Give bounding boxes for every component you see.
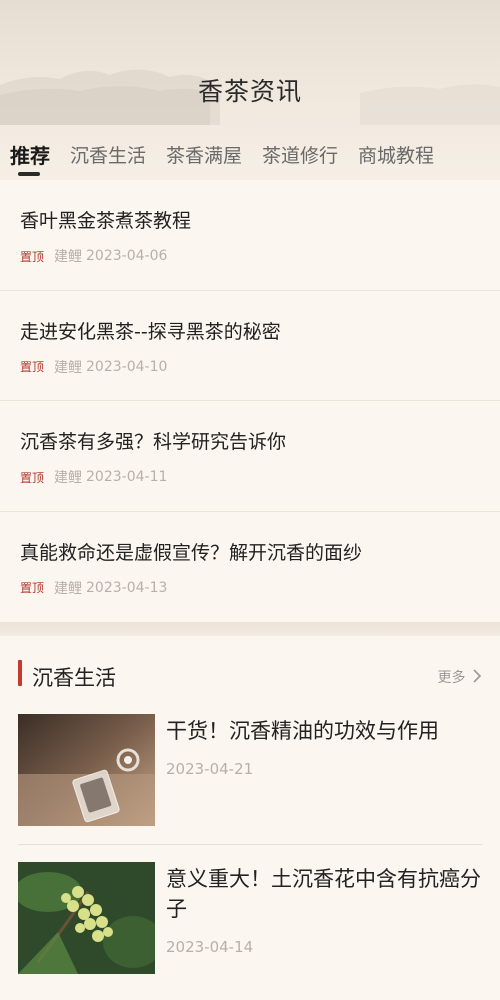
article-date: 2023-04-21 [166, 760, 254, 778]
tab-recommend[interactable]: 推荐 [10, 140, 50, 176]
divider [18, 844, 482, 845]
more-label: 更多 [437, 670, 466, 686]
more-link[interactable]: 更多 [438, 667, 482, 687]
tab-tea-house[interactable]: 茶香满屋 [166, 140, 242, 172]
article-title: 意义重大！土沉香花中含有抗癌分子 [166, 867, 481, 921]
news-title: 香叶黑金茶煮茶教程 [20, 210, 192, 232]
pinned-badge: 置顶 [20, 249, 45, 264]
list-item[interactable]: 走进安化黑茶--探寻黑茶的秘密 置顶 建鲤 2023-04-10 [0, 291, 500, 401]
article-title: 干货！沉香精油的功效与作用 [166, 719, 439, 743]
chevron-right-icon [473, 669, 482, 683]
tab-tea-practice[interactable]: 茶道修行 [262, 140, 338, 172]
list-item[interactable]: 香叶黑金茶煮茶教程 置顶 建鲤 2023-04-06 [0, 180, 500, 291]
agarwood-life-section: 沉香生活 更多 干货！沉香精油的功效与作用 2023-04-21 意义重大！土沉… [0, 636, 500, 1000]
category-tabs: 推荐 沉香生活 茶香满屋 茶道修行 商城教程 [10, 140, 454, 176]
news-meta: 置顶 建鲤 2023-04-06 [20, 246, 167, 266]
article-card[interactable]: 意义重大！土沉香花中含有抗癌分子 2023-04-14 [18, 862, 482, 974]
author-name: 建鲤 [54, 470, 83, 486]
pinned-badge: 置顶 [20, 581, 45, 595]
article-thumbnail [18, 714, 155, 826]
article-card[interactable]: 干货！沉香精油的功效与作用 2023-04-21 [18, 714, 482, 826]
publish-date: 2023-04-10 [86, 358, 168, 375]
news-title: 走进安化黑茶--探寻黑茶的秘密 [20, 320, 281, 343]
list-item[interactable]: 真能救命还是虚假宣传？解开沉香的面纱 置顶 建鲤 2023-04-13 [0, 512, 500, 623]
page-title: 香茶资讯 [197, 77, 302, 106]
section-title: 沉香生活 [32, 666, 116, 690]
news-title: 真能救命还是虚假宣传？解开沉香的面纱 [20, 541, 363, 564]
news-list: 香叶黑金茶煮茶教程 置顶 建鲤 2023-04-06 走进安化黑茶--探寻黑茶的… [0, 180, 500, 622]
publish-date: 2023-04-06 [86, 248, 168, 264]
list-item[interactable]: 沉香茶有多强？科学研究告诉你 置顶 建鲤 2023-04-11 [0, 401, 500, 512]
article-thumbnail [18, 862, 155, 974]
news-title: 沉香茶有多强？科学研究告诉你 [20, 431, 287, 453]
section-divider [0, 622, 500, 636]
publish-date: 2023-04-13 [86, 579, 168, 596]
author-name: 建鲤 [54, 249, 83, 265]
author-name: 建鲤 [54, 580, 83, 597]
author-name: 建鲤 [54, 359, 83, 376]
news-meta: 置顶 建鲤 2023-04-11 [20, 467, 167, 487]
news-meta: 置顶 建鲤 2023-04-10 [20, 357, 167, 377]
header: 香茶资讯 推荐 沉香生活 茶香满屋 茶道修行 商城教程 [0, 0, 500, 180]
pinned-badge: 置顶 [20, 470, 45, 485]
article-date: 2023-04-14 [166, 938, 254, 956]
news-meta: 置顶 建鲤 2023-04-13 [20, 578, 167, 598]
pinned-badge: 置顶 [20, 360, 45, 374]
section-accent-bar [18, 660, 22, 686]
tab-agarwood-life[interactable]: 沉香生活 [70, 140, 146, 172]
tab-shop-tutorial[interactable]: 商城教程 [358, 140, 434, 172]
publish-date: 2023-04-11 [86, 469, 168, 485]
